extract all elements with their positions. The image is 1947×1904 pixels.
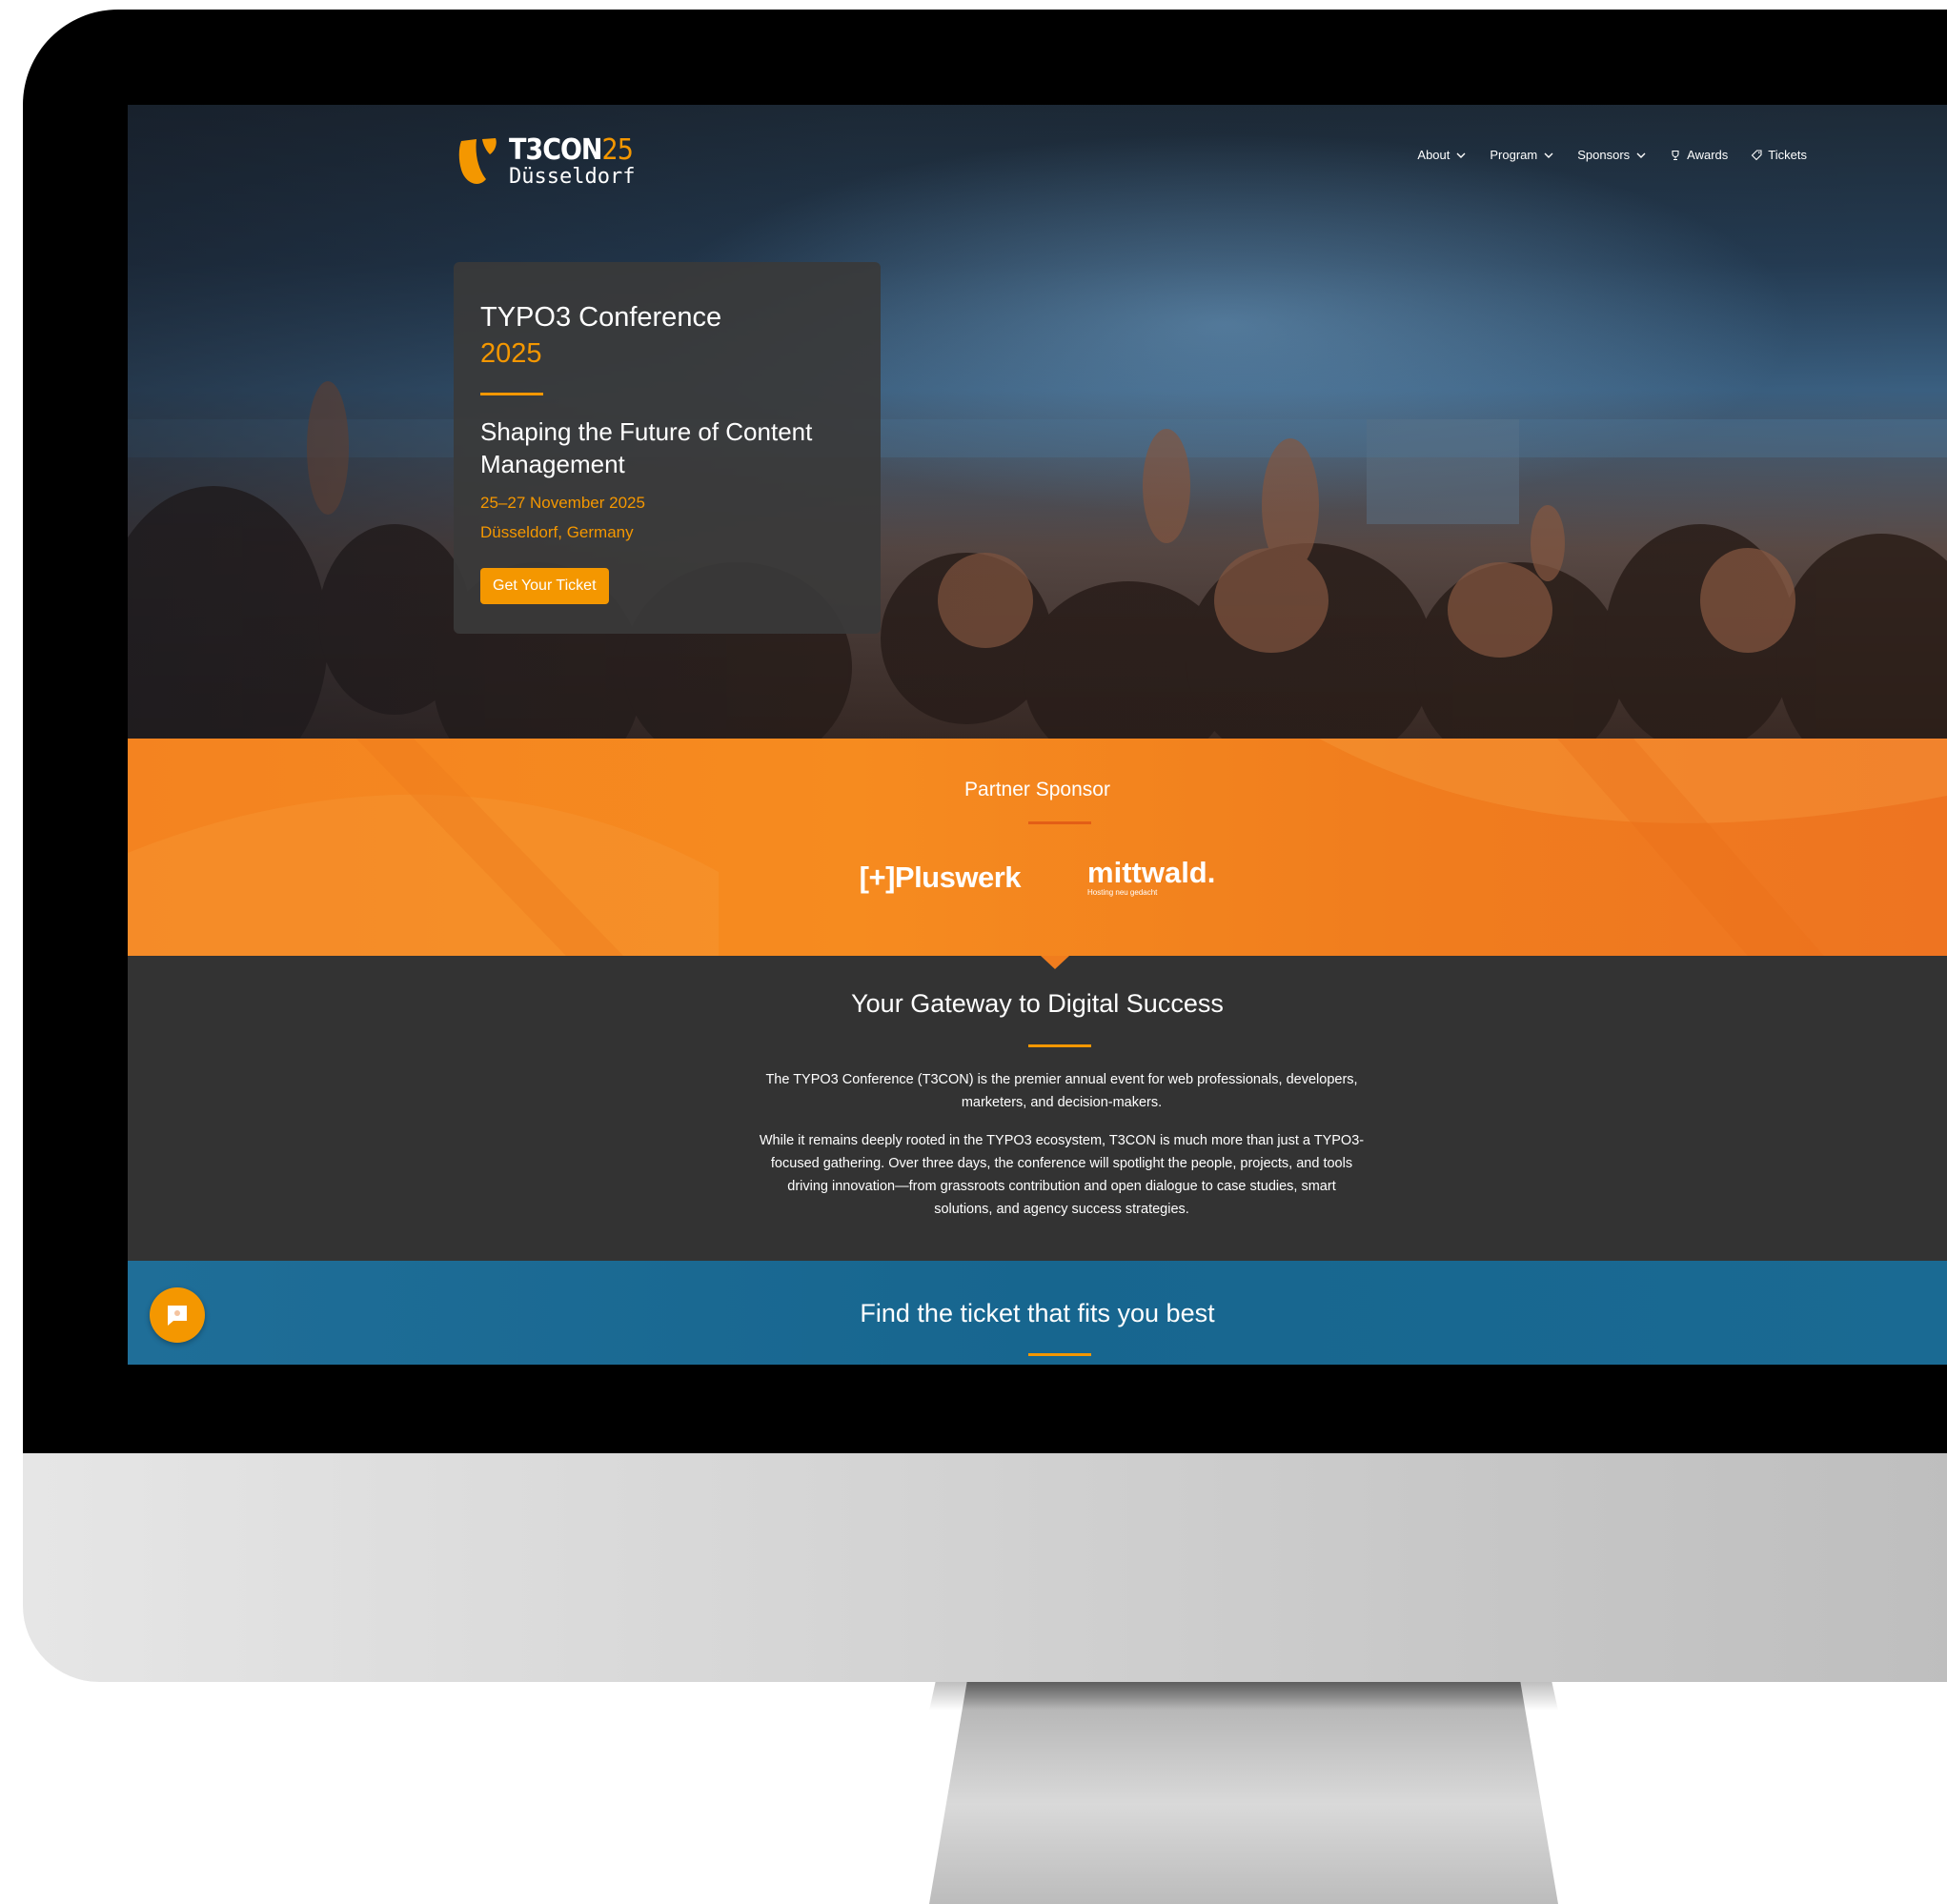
monitor-stand-shadow [929,1682,1558,1711]
mittwald-tagline: Hosting neu gedacht [1087,888,1158,897]
hero-divider [480,393,543,396]
event-date: 25–27 November 2025 [480,493,645,512]
nav-label: About [1417,148,1450,162]
mittwald-logo[interactable]: mittwald. Hosting neu gedacht [1087,858,1215,897]
event-location: Düsseldorf, Germany [480,522,634,541]
sponsor-logos: [+]Pluswerk mittwald. Hosting neu gedach… [128,858,1947,897]
intro-paragraph: The TYPO3 Conference (T3CON) is the prem… [765,1072,1358,1110]
hero-subtitle: Shaping the Future of Content Management [480,417,813,479]
chat-button[interactable] [150,1287,205,1343]
nav-label: Awards [1687,148,1729,162]
pluswerk-logo[interactable]: [+]Pluswerk [860,861,1022,895]
intro-title: Your Gateway to Digital Success [851,989,1224,1018]
intro-text: The TYPO3 Conference (T3CON) is the prem… [757,1068,1367,1236]
site-header: T3CON25 Düsseldorf About Program Sponsor… [454,129,1807,195]
intro-paragraph: While it remains deeply rooted in the TY… [759,1133,1365,1217]
nav-label: Tickets [1768,148,1807,162]
hero-section: T3CON25 Düsseldorf About Program Sponsor… [128,105,1947,739]
tickets-section: Find the ticket that fits you best [128,1261,1947,1365]
nav-item-sponsors[interactable]: Sponsors [1577,148,1647,162]
typo3-logo-icon [458,138,497,184]
chevron-down-icon [1544,152,1553,158]
hero-title: TYPO3 Conference [480,302,722,333]
tickets-divider [1028,1353,1091,1356]
trophy-icon [1672,150,1679,160]
sponsor-divider [1028,821,1091,824]
nav-item-about[interactable]: About [1417,148,1467,162]
hero-card: TYPO3 Conference 2025 Shaping the Future… [454,262,881,634]
nav-label: Program [1490,148,1538,162]
ticket-icon [1752,149,1762,160]
hero-year: 2025 [480,337,542,369]
main-navigation: About Program Sponsors Awards Tickets [1417,148,1807,162]
nav-item-awards[interactable]: Awards [1670,148,1728,162]
monitor-chin [23,1453,1947,1682]
nav-label: Sponsors [1577,148,1631,162]
monitor-stand [929,1682,1558,1904]
logo-city: Düsseldorf [509,165,636,189]
intro-section: Your Gateway to Digital Success The TYPO… [128,956,1947,1261]
logo-brand: T3CON25 [509,133,634,167]
nav-item-tickets[interactable]: Tickets [1751,148,1807,162]
chevron-down-icon [1636,152,1646,158]
nav-item-program[interactable]: Program [1490,148,1554,162]
mittwald-name: mittwald. [1087,856,1216,889]
chevron-down-icon [1456,152,1466,158]
sponsor-section: Partner Sponsor [+]Pluswerk mittwald. Ho… [128,739,1947,956]
intro-divider [1028,1044,1091,1047]
sponsor-title: Partner Sponsor [964,779,1110,800]
tickets-title: Find the ticket that fits you best [860,1299,1215,1327]
sponsor-background-pattern [128,739,1947,956]
chat-icon [168,1306,187,1326]
hero-overlay [128,105,1947,739]
website-screen: T3CON25 Düsseldorf About Program Sponsor… [128,105,1947,1365]
site-logo[interactable]: T3CON25 Düsseldorf [454,129,635,195]
section-notch [1041,956,1069,969]
get-ticket-button[interactable]: Get Your Ticket [480,568,609,605]
logo-text: T3CON25 Düsseldorf [509,136,635,188]
